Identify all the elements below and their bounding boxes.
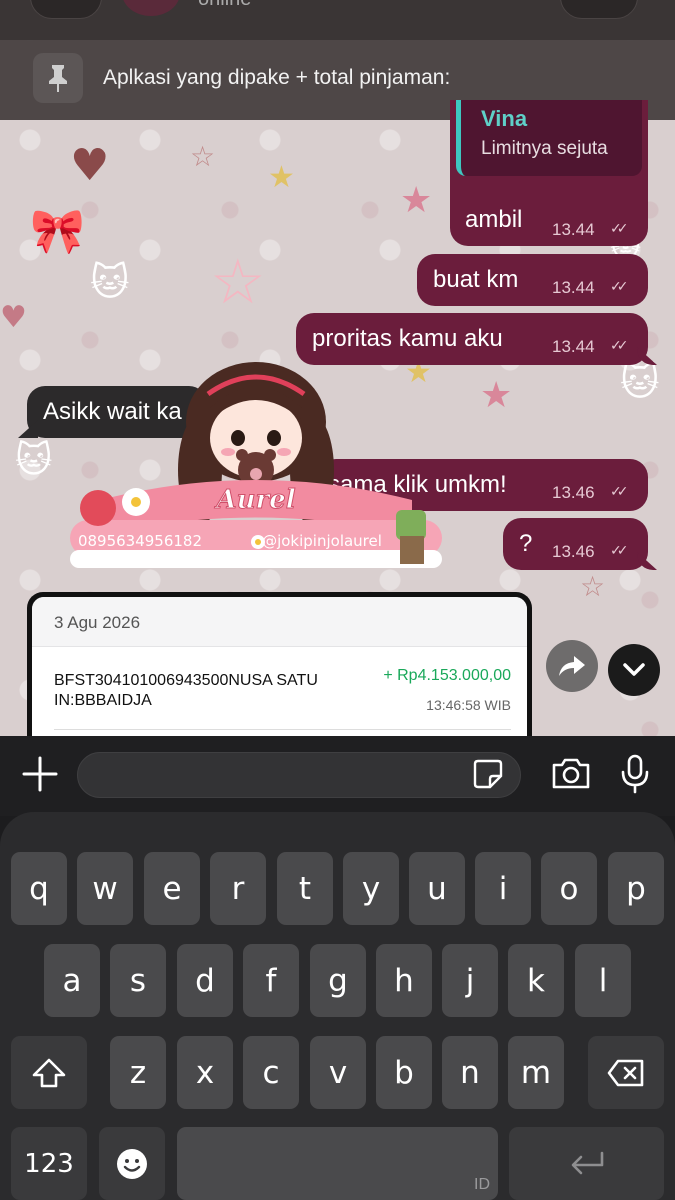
sticker-watermark: Aurel 0895634956182 @jokipinjolaurel <box>60 360 452 580</box>
key-o[interactable]: o <box>541 852 597 925</box>
sticker-name: Aurel <box>213 485 295 515</box>
outgoing-message[interactable]: ? 13.46 ✓✓ <box>503 518 648 570</box>
read-ticks-icon: ✓✓ <box>610 278 629 294</box>
read-ticks-icon: ✓✓ <box>610 542 629 558</box>
emoji-icon <box>117 1148 147 1179</box>
key-h[interactable]: h <box>376 944 432 1017</box>
outgoing-message[interactable]: Vina Limitnya sejuta ambil 13.44 ✓✓ <box>450 100 648 246</box>
forward-button[interactable] <box>546 640 598 692</box>
chat-header: online <box>0 0 675 40</box>
read-ticks-icon: ✓✓ <box>610 483 629 499</box>
key-f[interactable]: f <box>243 944 299 1017</box>
cat-decoration-icon: 🐱 <box>90 260 130 304</box>
star-decoration-icon: ☆ <box>190 140 216 173</box>
receipt-date-header: 3 Agu 2026 <box>32 597 527 647</box>
star-decoration-icon: ★ <box>480 375 513 416</box>
key-w[interactable]: w <box>77 852 133 925</box>
transaction-receipt-image[interactable]: 3 Agu 2026 BFST304101006943500NUSA SATU … <box>27 592 532 752</box>
message-text: buat km <box>433 266 519 293</box>
receipt-date: 3 Agu 2026 <box>54 613 141 632</box>
heart-decoration-icon: ♥ <box>0 300 27 335</box>
pinned-message-text: Aplkasi yang dipake + total pinjaman: <box>103 66 451 89</box>
emoji-key[interactable] <box>99 1127 165 1200</box>
sticker-icon[interactable] <box>472 758 504 790</box>
numbers-key[interactable]: 123 <box>11 1127 87 1200</box>
key-x[interactable]: x <box>177 1036 233 1109</box>
key-u[interactable]: u <box>409 852 465 925</box>
key-l[interactable]: l <box>575 944 631 1017</box>
key-y[interactable]: y <box>343 852 399 925</box>
key-n[interactable]: n <box>442 1036 498 1109</box>
message-text: ambil <box>465 206 523 233</box>
backspace-icon <box>607 1059 644 1086</box>
message-input-bar <box>0 736 675 816</box>
scroll-down-button[interactable] <box>608 644 660 696</box>
key-m[interactable]: m <box>508 1036 564 1109</box>
receipt-description: BFST304101006943500NUSA SATU IN:BBBAIDJA <box>54 672 318 709</box>
message-time: 13.44 <box>552 220 595 239</box>
return-key[interactable] <box>509 1127 664 1200</box>
key-b[interactable]: b <box>376 1036 432 1109</box>
key-e[interactable]: e <box>144 852 200 925</box>
cat-decoration-icon: 🐱 <box>620 360 660 404</box>
quote-sender: Vina <box>481 106 528 131</box>
keyboard: q w e r t y u i o p a s d f g h j k l z … <box>0 812 675 1200</box>
key-s[interactable]: s <box>110 944 166 1017</box>
quote-text: Limitnya sejuta <box>481 138 608 159</box>
key-a[interactable]: a <box>44 944 100 1017</box>
cat-decoration-icon: 🐱 <box>15 440 53 481</box>
key-p[interactable]: p <box>608 852 664 925</box>
message-time: 13.46 <box>552 483 595 502</box>
star-decoration-icon: ★ <box>268 160 295 195</box>
contact-status: online <box>198 0 251 11</box>
key-g[interactable]: g <box>310 944 366 1017</box>
call-button[interactable] <box>560 0 638 19</box>
key-v[interactable]: v <box>310 1036 366 1109</box>
read-ticks-icon: ✓✓ <box>610 220 629 236</box>
forward-icon <box>559 656 585 676</box>
message-text: ? <box>519 530 533 557</box>
key-t[interactable]: t <box>277 852 333 925</box>
receipt-amount: + Rp4.153.000,00 <box>383 667 511 684</box>
star-decoration-icon: ★ <box>400 180 433 221</box>
key-k[interactable]: k <box>508 944 564 1017</box>
receipt-time: 13:46:58 WIB <box>426 697 511 713</box>
backspace-key[interactable] <box>588 1036 664 1109</box>
shift-icon <box>32 1058 66 1087</box>
language-indicator: ID <box>474 1176 490 1193</box>
space-key[interactable]: ID <box>177 1127 498 1200</box>
key-j[interactable]: j <box>442 944 498 1017</box>
key-r[interactable]: r <box>210 852 266 925</box>
shift-key[interactable] <box>11 1036 87 1109</box>
message-input[interactable] <box>77 752 521 798</box>
sticker-handle: @jokipinjolaurel <box>262 532 382 550</box>
star-decoration-icon: ☆ <box>210 245 266 318</box>
scroll-down-icon <box>623 663 645 676</box>
mic-icon[interactable] <box>620 754 650 794</box>
star-decoration-icon: ☆ <box>580 570 606 603</box>
outgoing-message[interactable]: proritas kamu aku 13.44 ✓✓ <box>296 313 648 365</box>
read-ticks-icon: ✓✓ <box>610 337 629 353</box>
key-c[interactable]: c <box>243 1036 299 1109</box>
key-d[interactable]: d <box>177 944 233 1017</box>
message-text: proritas kamu aku <box>312 325 503 352</box>
pin-icon <box>33 53 83 103</box>
key-q[interactable]: q <box>11 852 67 925</box>
heart-decoration-icon: ♥ <box>70 140 110 191</box>
reply-quote[interactable]: Vina Limitnya sejuta <box>456 100 642 176</box>
plus-icon[interactable] <box>20 754 60 794</box>
bow-decoration-icon: 🎀 <box>30 206 85 257</box>
back-button[interactable] <box>30 0 102 19</box>
sticker-phone: 0895634956182 <box>78 532 202 550</box>
message-time: 13.44 <box>552 278 595 297</box>
outgoing-message[interactable]: buat km 13.44 ✓✓ <box>417 254 648 306</box>
key-z[interactable]: z <box>110 1036 166 1109</box>
key-i[interactable]: i <box>475 852 531 925</box>
return-icon <box>571 1151 603 1174</box>
avatar[interactable] <box>122 0 180 16</box>
message-time: 13.44 <box>552 337 595 356</box>
receipt-divider <box>54 729 511 730</box>
message-time: 13.46 <box>552 542 595 561</box>
camera-icon[interactable] <box>551 756 591 790</box>
